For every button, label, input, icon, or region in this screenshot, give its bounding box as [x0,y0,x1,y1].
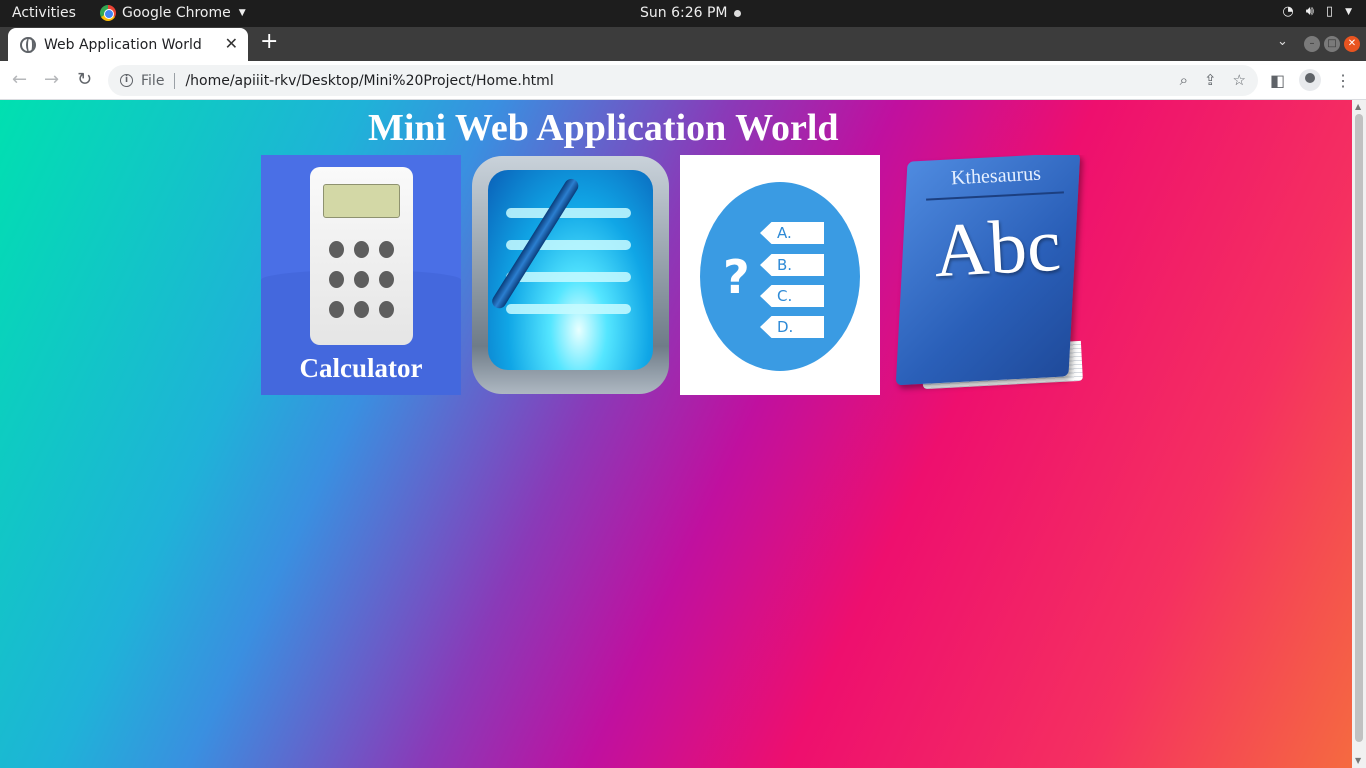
new-tab-button[interactable]: + [260,31,278,53]
tab-web-application-world[interactable]: Web Application World ✕ [8,28,248,61]
app-menu-label: Google Chrome [122,5,231,21]
side-panel-icon[interactable]: ◧ [1270,71,1285,90]
notes-app-tile[interactable] [471,155,671,395]
activities-button[interactable]: Activities [12,5,76,21]
globe-icon [20,36,36,53]
page-title: Mini Web Application World [368,107,839,149]
tab-title: Web Application World [44,36,202,53]
scrollbar-thumb[interactable] [1355,114,1363,742]
calculator-key [354,301,369,318]
calculator-key [329,301,344,318]
calculator-app-tile[interactable]: Calculator [261,155,461,395]
url-text[interactable]: /home/apiiit-rkv/Desktop/Mini%20Project/… [185,73,553,89]
calculator-key [329,271,344,288]
quiz-choice-a: A. [760,222,824,244]
calculator-key [354,241,369,258]
scroll-up-arrow-icon[interactable]: ▲ [1355,102,1361,111]
vertical-scrollbar[interactable]: ▲ ▼ [1352,100,1366,768]
profile-avatar[interactable] [1299,69,1322,91]
zoom-icon[interactable]: ⌕ [1180,71,1188,89]
calculator-key [379,271,394,288]
clock[interactable]: Sun 6:26 PM [640,5,741,21]
system-top-bar: Activities Google Chrome ▼ Sun 6:26 PM ◔… [0,0,1366,27]
calculator-key [329,241,344,258]
window-close-button[interactable]: ✕ [1344,36,1360,52]
notes-icon [472,156,669,394]
question-mark-icon: ? [723,250,750,304]
maximize-button[interactable]: □ [1324,36,1340,52]
quiz-app-tile[interactable]: ? A. B. C. D. [680,155,880,395]
calculator-icon [310,167,413,345]
notification-dot-icon [733,9,741,17]
scroll-down-arrow-icon[interactable]: ▼ [1355,756,1361,765]
quiz-choice-b: B. [760,254,824,276]
quiz-choice-c: C. [760,285,824,307]
notes-line [506,208,631,218]
thesaurus-app-tile[interactable]: Kthesaurus Abc [890,155,1090,395]
volume-icon: 🔊︎ [1305,4,1314,19]
address-bar[interactable]: i File /home/apiiit-rkv/Desktop/Mini%20P… [108,65,1258,96]
calculator-key [379,301,394,318]
back-button[interactable]: ← [12,69,27,90]
share-icon[interactable]: ⇪ [1204,71,1217,89]
close-icon[interactable]: ✕ [225,34,238,53]
browser-toolbar: ← → ↻ i File /home/apiiit-rkv/Desktop/Mi… [0,61,1366,100]
battery-icon: ▯ [1325,4,1334,19]
wifi-icon: ◔ [1282,4,1294,19]
bookmark-star-icon[interactable]: ☆ [1233,71,1246,89]
clock-text: Sun 6:26 PM [640,5,728,21]
forward-button[interactable]: → [44,69,59,90]
chrome-icon [100,5,116,21]
calculator-key [379,241,394,258]
url-scheme-label: File [141,72,165,89]
tab-strip: Web Application World ✕ + ⌄ – □ ✕ [0,27,1366,61]
menu-kebab-icon[interactable]: ⋮ [1335,71,1351,90]
calculator-key [354,271,369,288]
url-separator [174,72,176,89]
omnibox-actions: ⌕ ⇪ ☆ [1180,71,1246,89]
toolbar-right-actions: ◧ ⋮ [1270,69,1351,91]
notes-line [506,304,631,314]
minimize-button[interactable]: – [1304,36,1320,52]
chevron-down-icon: ▼ [1345,6,1352,17]
app-menu[interactable]: Google Chrome ▼ [100,5,246,21]
info-icon[interactable]: i [120,74,133,87]
reload-button[interactable]: ↻ [77,69,92,90]
quiz-choice-d: D. [760,316,824,338]
calculator-caption: Calculator [299,353,423,383]
calculator-screen [323,184,400,218]
system-tray[interactable]: ◔ 🔊︎ ▯ ▼ [1282,4,1352,19]
page-viewport: Mini Web Application World Calculator ? … [0,100,1352,768]
book-cover-text: Abc [931,202,1063,294]
tab-search-icon[interactable]: ⌄ [1277,34,1288,49]
chevron-down-icon: ▼ [238,8,246,18]
